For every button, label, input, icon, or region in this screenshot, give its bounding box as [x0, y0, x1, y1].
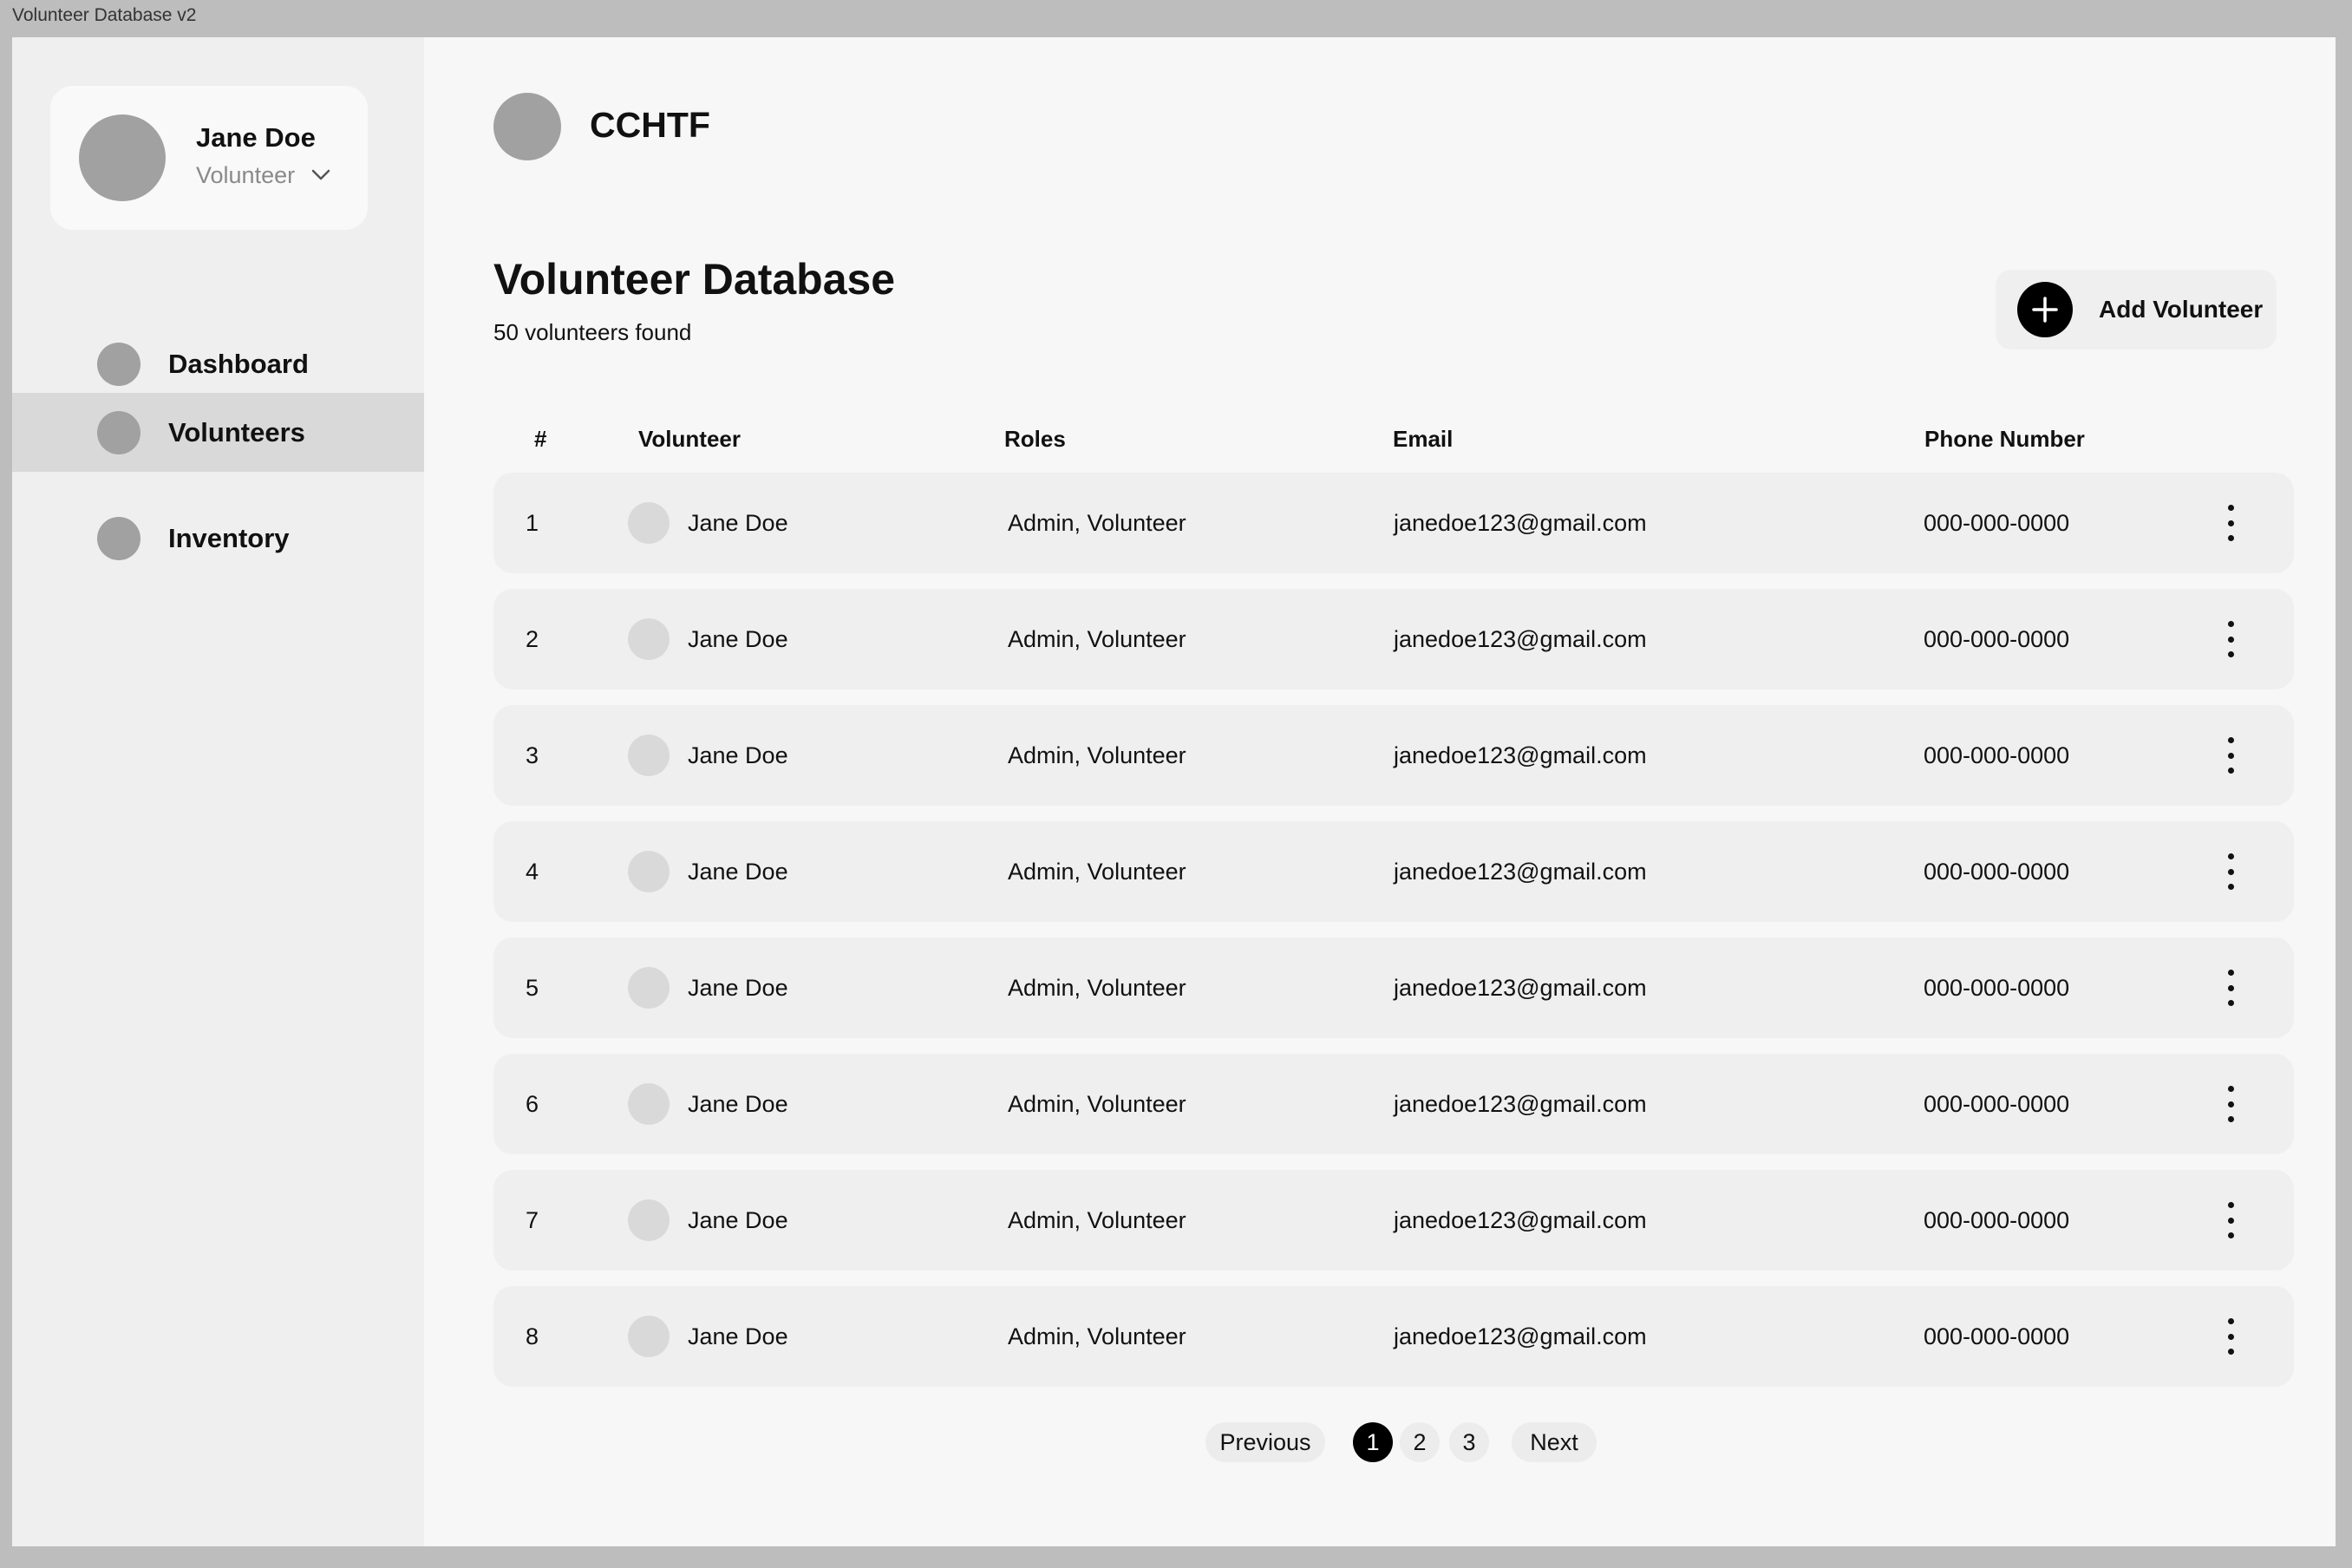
- volunteer-roles: Admin, Volunteer: [1008, 1090, 1186, 1117]
- volunteer-name: Jane Doe: [688, 742, 788, 768]
- more-options-icon[interactable]: [2213, 503, 2248, 543]
- volunteer-roles: Admin, Volunteer: [1008, 1206, 1186, 1233]
- volunteer-email: janedoe123@gmail.com: [1394, 1323, 1647, 1349]
- volunteer-phone: 000-000-0000: [1924, 625, 2070, 652]
- row-number: 8: [526, 1323, 539, 1349]
- row-number: 1: [526, 509, 539, 536]
- volunteers-icon: [97, 410, 140, 454]
- row-number: 5: [526, 974, 539, 1001]
- table-row[interactable]: 5 Jane Doe Admin, Volunteer janedoe123@gmai…: [493, 938, 2294, 1038]
- page-button-1[interactable]: 1: [1353, 1422, 1393, 1462]
- row-number: 4: [526, 858, 539, 885]
- column-header-roles: Roles: [1004, 426, 1066, 452]
- more-options-icon[interactable]: [2213, 735, 2248, 775]
- volunteer-name: Jane Doe: [688, 1090, 788, 1117]
- inventory-icon: [97, 516, 140, 560]
- org-name: CCHTF: [590, 105, 710, 145]
- volunteer-phone: 000-000-0000: [1924, 1323, 2070, 1349]
- row-number: 2: [526, 625, 539, 652]
- sidebar-item-dashboard[interactable]: Dashboard: [12, 324, 424, 403]
- volunteer-email: janedoe123@gmail.com: [1394, 742, 1647, 768]
- row-number: 7: [526, 1206, 539, 1233]
- row-number: 3: [526, 742, 539, 768]
- volunteer-name: Jane Doe: [688, 1206, 788, 1233]
- result-count: 50 volunteers found: [493, 319, 692, 345]
- volunteer-email: janedoe123@gmail.com: [1394, 974, 1647, 1001]
- sidebar-item-volunteers[interactable]: Volunteers: [12, 393, 424, 472]
- chevron-down-icon[interactable]: [307, 160, 335, 188]
- volunteer-roles: Admin, Volunteer: [1008, 858, 1186, 885]
- volunteer-roles: Admin, Volunteer: [1008, 974, 1186, 1001]
- volunteer-phone: 000-000-0000: [1924, 509, 2070, 536]
- more-options-icon[interactable]: [2213, 619, 2248, 659]
- sidebar-item-label: Inventory: [168, 522, 290, 553]
- sidebar-item-label: Volunteers: [168, 416, 305, 448]
- profile-card[interactable]: Jane Doe Volunteer: [50, 86, 368, 230]
- volunteer-phone: 000-000-0000: [1924, 1090, 2070, 1117]
- table-row[interactable]: 6 Jane Doe Admin, Volunteer janedoe123@gmai…: [493, 1054, 2294, 1154]
- more-options-icon[interactable]: [2213, 968, 2248, 1008]
- add-volunteer-button[interactable]: Add Volunteer: [1996, 270, 2277, 350]
- column-header-email: Email: [1393, 426, 1454, 452]
- column-header-volunteer: Volunteer: [638, 426, 741, 452]
- volunteer-name: Jane Doe: [688, 858, 788, 885]
- avatar: [628, 735, 670, 776]
- avatar: [628, 502, 670, 544]
- avatar: [628, 851, 670, 892]
- volunteer-phone: 000-000-0000: [1924, 858, 2070, 885]
- app-window: Jane Doe Volunteer Dashboard Volunteers …: [12, 37, 2336, 1546]
- volunteer-phone: 000-000-0000: [1924, 742, 2070, 768]
- volunteer-phone: 000-000-0000: [1924, 974, 2070, 1001]
- volunteer-email: janedoe123@gmail.com: [1394, 625, 1647, 652]
- volunteer-roles: Admin, Volunteer: [1008, 1323, 1186, 1349]
- page-title: Volunteer Database: [493, 255, 896, 304]
- volunteer-email: janedoe123@gmail.com: [1394, 509, 1647, 536]
- more-options-icon[interactable]: [2213, 852, 2248, 892]
- volunteer-name: Jane Doe: [688, 509, 788, 536]
- add-volunteer-label: Add Volunteer: [2099, 296, 2264, 323]
- volunteer-name: Jane Doe: [688, 1323, 788, 1349]
- table-row[interactable]: 4 Jane Doe Admin, Volunteer janedoe123@gmai…: [493, 821, 2294, 922]
- previous-page-button[interactable]: Previous: [1205, 1422, 1325, 1462]
- page-button-2[interactable]: 2: [1400, 1422, 1440, 1462]
- table-row[interactable]: 3 Jane Doe Admin, Volunteer janedoe123@gmai…: [493, 705, 2294, 806]
- more-options-icon[interactable]: [2213, 1084, 2248, 1124]
- dashboard-icon: [97, 342, 140, 386]
- more-options-icon[interactable]: [2213, 1316, 2248, 1356]
- plus-icon: [2017, 282, 2073, 337]
- avatar: [628, 1083, 670, 1125]
- volunteer-roles: Admin, Volunteer: [1008, 509, 1186, 536]
- table-row[interactable]: 7 Jane Doe Admin, Volunteer janedoe123@gmai…: [493, 1170, 2294, 1271]
- volunteer-roles: Admin, Volunteer: [1008, 625, 1186, 652]
- profile-name: Jane Doe: [196, 122, 316, 153]
- avatar: [628, 1199, 670, 1241]
- avatar: [628, 1316, 670, 1357]
- avatar: [79, 114, 166, 201]
- page-button-3[interactable]: 3: [1449, 1422, 1489, 1462]
- table-row[interactable]: 8 Jane Doe Admin, Volunteer janedoe123@gmai…: [493, 1286, 2294, 1387]
- sidebar: Jane Doe Volunteer Dashboard Volunteers …: [12, 37, 424, 1546]
- window-title: Volunteer Database v2: [12, 5, 197, 25]
- volunteer-email: janedoe123@gmail.com: [1394, 1090, 1647, 1117]
- table-row[interactable]: 2 Jane Doe Admin, Volunteer janedoe123@gmai…: [493, 589, 2294, 689]
- volunteer-phone: 000-000-0000: [1924, 1206, 2070, 1233]
- row-number: 6: [526, 1090, 539, 1117]
- volunteer-name: Jane Doe: [688, 625, 788, 652]
- more-options-icon[interactable]: [2213, 1200, 2248, 1240]
- org-logo: [493, 93, 561, 160]
- column-header-phone: Phone Number: [1924, 426, 2085, 452]
- column-header-number: #: [534, 426, 547, 452]
- volunteer-name: Jane Doe: [688, 974, 788, 1001]
- profile-role: Volunteer: [196, 162, 296, 188]
- main-content: CCHTF Volunteer Database 50 volunteers f…: [424, 37, 2336, 1546]
- next-page-button[interactable]: Next: [1512, 1422, 1597, 1462]
- sidebar-item-label: Dashboard: [168, 348, 309, 379]
- avatar: [628, 967, 670, 1009]
- volunteer-email: janedoe123@gmail.com: [1394, 1206, 1647, 1233]
- avatar: [628, 618, 670, 660]
- volunteer-email: janedoe123@gmail.com: [1394, 858, 1647, 885]
- table-row[interactable]: 1 Jane Doe Admin, Volunteer janedoe123@gmai…: [493, 473, 2294, 573]
- volunteer-roles: Admin, Volunteer: [1008, 742, 1186, 768]
- sidebar-item-inventory[interactable]: Inventory: [12, 499, 424, 578]
